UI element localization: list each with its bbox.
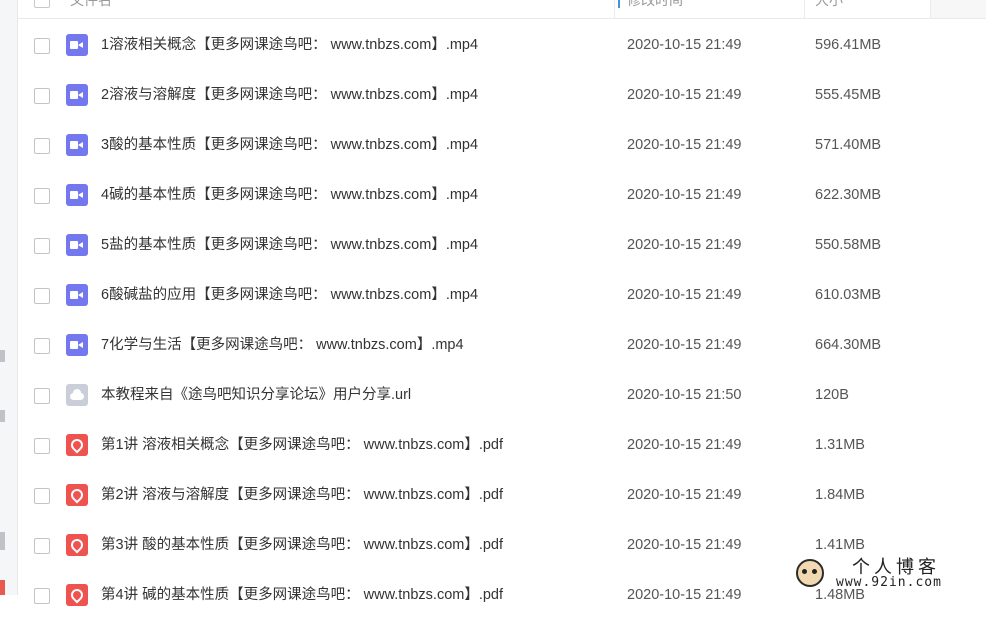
file-date: 2020-10-15 21:49 [627,487,742,503]
select-all-checkbox[interactable] [34,0,50,8]
file-size: 120B [815,387,849,403]
file-date: 2020-10-15 21:49 [627,37,742,53]
file-name[interactable]: 1溶液相关概念【更多网课途鸟吧： www.tnbzs.com】.mp4 [101,20,478,70]
file-row[interactable]: 6酸碱盐的应用【更多网课途鸟吧： www.tnbzs.com】.mp4 2020… [18,270,986,320]
pdf-icon [66,584,88,606]
file-date: 2020-10-15 21:49 [627,437,742,453]
row-checkbox[interactable] [34,388,50,404]
file-date: 2020-10-15 21:49 [627,187,742,203]
file-size: 571.40MB [815,137,882,153]
file-row[interactable]: 7化学与生活【更多网课途鸟吧： www.tnbzs.com】.mp4 2020-… [18,320,986,370]
file-name[interactable]: 第3讲 酸的基本性质【更多网课途鸟吧： www.tnbzs.com】.pdf [101,520,503,570]
row-checkbox[interactable] [34,338,50,354]
watermark: 个人博客 www.92in.com [790,553,986,595]
column-divider[interactable] [804,0,805,18]
row-checkbox[interactable] [34,488,50,504]
file-name[interactable]: 4碱的基本性质【更多网课途鸟吧： www.tnbzs.com】.mp4 [101,170,478,220]
file-name[interactable]: 第1讲 溶液相关概念【更多网课途鸟吧： www.tnbzs.com】.pdf [101,420,503,470]
file-date: 2020-10-15 21:49 [627,537,742,553]
file-row[interactable]: 第2讲 溶液与溶解度【更多网课途鸟吧： www.tnbzs.com】.pdf 2… [18,470,986,520]
file-size: 555.45MB [815,87,882,103]
file-row[interactable]: 5盐的基本性质【更多网课途鸟吧： www.tnbzs.com】.mp4 2020… [18,220,986,270]
row-checkbox[interactable] [34,188,50,204]
file-date: 2020-10-15 21:49 [627,137,742,153]
file-list-header: 文件名 修改时间 大小 [18,0,986,19]
row-checkbox[interactable] [34,38,50,54]
file-size: 664.30MB [815,337,882,353]
file-row[interactable]: 第1讲 溶液相关概念【更多网课途鸟吧： www.tnbzs.com】.pdf 2… [18,420,986,470]
video-icon [66,134,88,156]
sidebar-marker [0,580,5,595]
sidebar-marker [0,350,5,362]
file-name[interactable]: 5盐的基本性质【更多网课途鸟吧： www.tnbzs.com】.mp4 [101,220,478,270]
watermark-url: www.92in.com [836,575,942,590]
column-header-date[interactable]: 修改时间 [627,0,683,18]
column-header-size[interactable]: 大小 [815,0,843,18]
link-icon [66,384,88,406]
file-date: 2020-10-15 21:49 [627,87,742,103]
row-checkbox[interactable] [34,138,50,154]
file-list: 1溶液相关概念【更多网课途鸟吧： www.tnbzs.com】.mp4 2020… [18,20,986,620]
file-date: 2020-10-15 21:49 [627,337,742,353]
row-checkbox[interactable] [34,588,50,604]
row-checkbox[interactable] [34,88,50,104]
file-name[interactable]: 3酸的基本性质【更多网课途鸟吧： www.tnbzs.com】.mp4 [101,120,478,170]
file-size: 1.84MB [815,487,865,503]
file-row[interactable]: 3酸的基本性质【更多网课途鸟吧： www.tnbzs.com】.mp4 2020… [18,120,986,170]
file-size: 622.30MB [815,187,882,203]
file-date: 2020-10-15 21:50 [627,387,742,403]
pdf-icon [66,434,88,456]
video-icon [66,84,88,106]
row-checkbox[interactable] [34,238,50,254]
file-row[interactable]: 1溶液相关概念【更多网课途鸟吧： www.tnbzs.com】.mp4 2020… [18,20,986,70]
video-icon [66,34,88,56]
file-name[interactable]: 本教程来自《途鸟吧知识分享论坛》用户分享.url [101,370,411,420]
video-icon [66,184,88,206]
column-header-extra [930,0,986,18]
sidebar-marker [0,410,5,422]
left-sidebar-strip [0,0,18,595]
file-size: 596.41MB [815,37,882,53]
file-size: 1.31MB [815,437,865,453]
file-date: 2020-10-15 21:49 [627,587,742,603]
row-checkbox[interactable] [34,538,50,554]
pdf-icon [66,484,88,506]
row-checkbox[interactable] [34,438,50,454]
video-icon [66,234,88,256]
file-row[interactable]: 4碱的基本性质【更多网课途鸟吧： www.tnbzs.com】.mp4 2020… [18,170,986,220]
file-date: 2020-10-15 21:49 [627,237,742,253]
file-name[interactable]: 第4讲 碱的基本性质【更多网课途鸟吧： www.tnbzs.com】.pdf [101,570,503,620]
file-name[interactable]: 6酸碱盐的应用【更多网课途鸟吧： www.tnbzs.com】.mp4 [101,270,478,320]
file-size: 610.03MB [815,287,882,303]
file-row[interactable]: 2溶液与溶解度【更多网课途鸟吧： www.tnbzs.com】.mp4 2020… [18,70,986,120]
file-name[interactable]: 2溶液与溶解度【更多网课途鸟吧： www.tnbzs.com】.mp4 [101,70,478,120]
file-name[interactable]: 第2讲 溶液与溶解度【更多网课途鸟吧： www.tnbzs.com】.pdf [101,470,503,520]
column-header-name[interactable]: 文件名 [70,0,112,18]
avatar-icon [796,559,824,587]
pdf-icon [66,534,88,556]
file-size: 550.58MB [815,237,882,253]
sidebar-marker [0,532,5,550]
row-checkbox[interactable] [34,288,50,304]
file-name[interactable]: 7化学与生活【更多网课途鸟吧： www.tnbzs.com】.mp4 [101,320,464,370]
file-row[interactable]: 本教程来自《途鸟吧知识分享论坛》用户分享.url 2020-10-15 21:5… [18,370,986,420]
file-date: 2020-10-15 21:49 [627,287,742,303]
video-icon [66,284,88,306]
column-divider[interactable] [614,0,615,18]
sort-arrow-icon[interactable] [618,0,620,8]
video-icon [66,334,88,356]
